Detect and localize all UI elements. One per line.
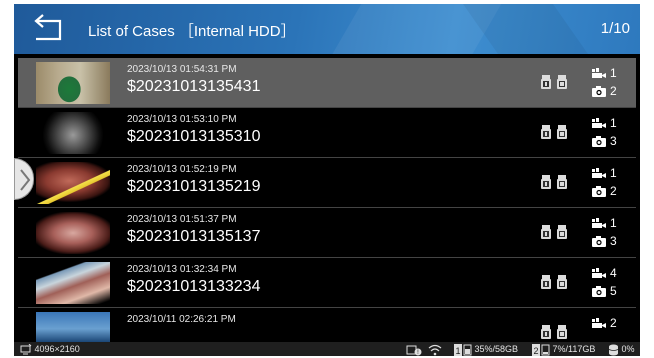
case-date: 2023/10/13 01:54:31 PM — [127, 64, 237, 75]
image-count: 2 — [592, 183, 617, 199]
media-type-icons — [540, 172, 570, 194]
case-list: 2023/10/13 01:54:31 PM $20231013135431 1 2 2… — [18, 58, 636, 356]
video-count: 1 — [592, 115, 617, 131]
image-count-text: 2 — [610, 83, 617, 98]
image-count: 3 — [592, 233, 617, 249]
video-count: 1 — [592, 165, 617, 181]
video-count: 4 — [592, 265, 617, 281]
page-title: List of Cases ［Internal HDD］ — [88, 23, 296, 40]
media-file-icon — [541, 125, 567, 139]
case-row[interactable]: 2023/10/13 01:32:34 PM $20231013133234 4 5 — [18, 258, 636, 308]
video-camera-icon — [592, 117, 606, 128]
media-file-icon — [541, 325, 567, 339]
back-arrow-icon — [34, 14, 62, 41]
case-row[interactable]: 2023/10/13 01:53:10 PM $20231013135310 1 3 — [18, 108, 636, 158]
image-count-text: 3 — [610, 233, 617, 248]
case-thumbnail — [36, 262, 110, 304]
drive-usage-text: 0% — [621, 344, 635, 354]
scroll-right-button[interactable] — [14, 158, 34, 200]
case-date: 2023/10/13 01:53:10 PM — [127, 114, 237, 125]
svg-text:2: 2 — [533, 346, 538, 356]
case-thumbnail — [36, 162, 110, 204]
database-icon — [608, 344, 619, 356]
photo-camera-icon — [592, 85, 606, 97]
header-bar: List of Cases ［Internal HDD］ 1/10 — [14, 4, 640, 54]
video-camera-icon — [592, 217, 606, 228]
case-id: $20231013135137 — [127, 228, 261, 245]
image-count: 2 — [592, 83, 617, 99]
device-status: ! — [406, 343, 422, 356]
image-count: 5 — [592, 283, 617, 299]
photo-camera-icon — [592, 185, 606, 197]
storage-1-indicator: 1 35%/58GB — [454, 343, 519, 356]
case-thumbnail — [36, 62, 110, 104]
back-button[interactable] — [30, 12, 68, 46]
video-count-text: 1 — [610, 165, 617, 180]
case-thumbnail — [36, 212, 110, 254]
image-count: 3 — [592, 133, 617, 149]
case-row[interactable]: 2023/10/13 01:51:37 PM $20231013135137 1 3 — [18, 208, 636, 258]
video-count-text: 1 — [610, 215, 617, 230]
image-count-text: 5 — [610, 283, 617, 298]
svg-text:!: ! — [417, 349, 419, 356]
storage-2-indicator: 2 7%/117GB — [532, 343, 596, 356]
status-bar: 4096×2160 ! 1 35%/58GB 2 7%/117GB 0% — [14, 342, 640, 356]
svg-text:1: 1 — [455, 346, 460, 356]
case-id: $20231013133234 — [127, 278, 261, 295]
wifi-icon — [428, 344, 442, 355]
case-date: 2023/10/13 01:32:34 PM — [127, 264, 237, 275]
video-camera-icon — [592, 167, 606, 178]
case-list-screen: List of Cases ［Internal HDD］ 1/10 2023/1… — [14, 4, 640, 356]
photo-camera-icon — [592, 235, 606, 247]
media-type-icons — [540, 322, 570, 344]
resolution-text: 4096×2160 — [34, 344, 80, 354]
media-file-icon — [541, 275, 567, 289]
storage-2-text: 7%/117GB — [552, 344, 596, 354]
video-count: 1 — [592, 215, 617, 231]
video-camera-icon — [592, 267, 606, 278]
media-type-icons — [540, 72, 570, 94]
photo-camera-icon — [592, 285, 606, 297]
video-count: 2 — [592, 315, 617, 331]
video-count-text: 2 — [610, 315, 617, 330]
storage-1-icon: 1 — [454, 343, 472, 356]
image-count-text: 2 — [610, 183, 617, 198]
media-file-icon — [541, 225, 567, 239]
case-thumbnail — [36, 112, 110, 154]
video-count-text: 1 — [610, 115, 617, 130]
media-file-icon — [541, 175, 567, 189]
wifi-status — [428, 343, 442, 355]
video-count-text: 4 — [610, 265, 617, 280]
media-file-icon — [541, 75, 567, 89]
chevron-right-icon — [20, 169, 31, 191]
drive-usage-indicator: 0% — [608, 343, 635, 356]
image-count-text: 3 — [610, 133, 617, 148]
case-id: $20231013135310 — [127, 128, 261, 145]
case-row[interactable]: 2023/10/13 01:52:19 PM $20231013135219 1 2 — [18, 158, 636, 208]
case-id: $20231013135431 — [127, 78, 261, 95]
page-indicator: 1/10 — [600, 20, 630, 37]
media-type-icons — [540, 122, 570, 144]
storage-2-icon: 2 — [532, 343, 550, 356]
case-date: 2023/10/13 01:51:37 PM — [127, 214, 237, 225]
resolution-indicator: 4096×2160 — [20, 343, 80, 355]
device-warning-icon: ! — [406, 345, 422, 356]
video-count: 1 — [592, 65, 617, 81]
video-camera-icon — [592, 67, 606, 78]
video-camera-icon — [592, 317, 606, 328]
photo-camera-icon — [592, 135, 606, 147]
video-count-text: 1 — [610, 65, 617, 80]
case-date: 2023/10/13 01:52:19 PM — [127, 164, 237, 175]
case-row[interactable]: 2023/10/13 01:54:31 PM $20231013135431 1 2 — [18, 58, 636, 108]
media-type-icons — [540, 272, 570, 294]
media-type-icons — [540, 222, 570, 244]
resolution-icon — [20, 343, 32, 355]
case-id: $20231013135219 — [127, 178, 261, 195]
case-date: 2023/10/11 02:26:21 PM — [127, 314, 236, 325]
storage-1-text: 35%/58GB — [474, 344, 519, 354]
